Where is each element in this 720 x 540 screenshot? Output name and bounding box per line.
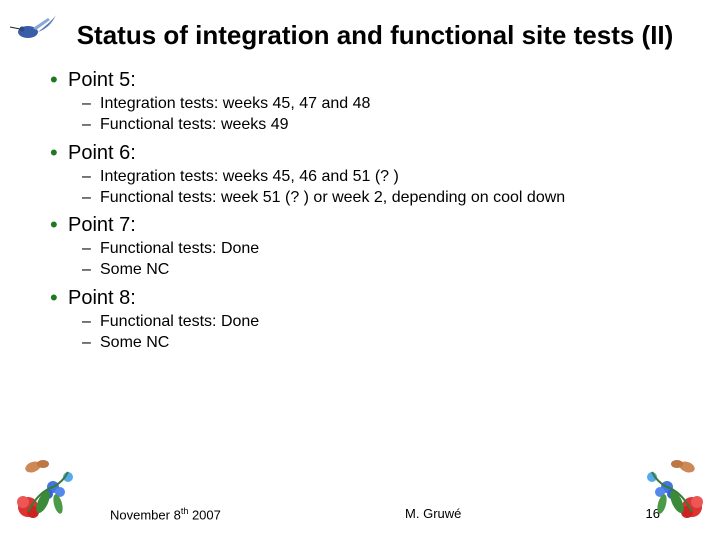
date-prefix: November 8 — [110, 507, 181, 522]
sub-list: Functional tests: Done Some NC — [68, 312, 690, 354]
date-year: 2007 — [188, 507, 221, 522]
sub-item: Some NC — [68, 333, 690, 354]
sub-list: Integration tests: weeks 45, 46 and 51 (… — [68, 167, 690, 209]
sub-item: Functional tests: week 51 (? ) or week 2… — [68, 188, 690, 209]
sub-item: Integration tests: weeks 45, 46 and 51 (… — [68, 167, 690, 188]
sub-list: Functional tests: Done Some NC — [68, 239, 690, 281]
sub-list: Integration tests: weeks 45, 47 and 48 F… — [68, 94, 690, 136]
sub-item: Some NC — [68, 260, 690, 281]
slide-content: Point 5: Integration tests: weeks 45, 47… — [30, 69, 690, 353]
point-label: Point 7: — [68, 214, 136, 236]
slide: Status of integration and functional sit… — [0, 0, 720, 540]
sub-item: Functional tests: Done — [68, 239, 690, 260]
point-6: Point 6: Integration tests: weeks 45, 46… — [50, 142, 690, 209]
flowers-left-icon — [8, 442, 98, 532]
slide-footer: November 8th 2007 M. Gruwé 16 — [0, 506, 720, 522]
slide-title: Status of integration and functional sit… — [60, 20, 690, 51]
point-7: Point 7: Functional tests: Done Some NC — [50, 214, 690, 281]
hummingbird-icon — [8, 10, 58, 50]
sub-item: Functional tests: Done — [68, 312, 690, 333]
sub-item: Functional tests: weeks 49 — [68, 115, 690, 136]
point-5: Point 5: Integration tests: weeks 45, 47… — [50, 69, 690, 136]
footer-author: M. Gruwé — [405, 506, 461, 521]
point-label: Point 8: — [68, 287, 136, 309]
point-label: Point 6: — [68, 142, 136, 164]
point-8: Point 8: Functional tests: Done Some NC — [50, 287, 690, 354]
flowers-right-icon — [622, 442, 712, 532]
sub-item: Integration tests: weeks 45, 47 and 48 — [68, 94, 690, 115]
bullet-list: Point 5: Integration tests: weeks 45, 47… — [50, 69, 690, 353]
footer-date: November 8th 2007 — [110, 506, 221, 522]
point-label: Point 5: — [68, 69, 136, 91]
